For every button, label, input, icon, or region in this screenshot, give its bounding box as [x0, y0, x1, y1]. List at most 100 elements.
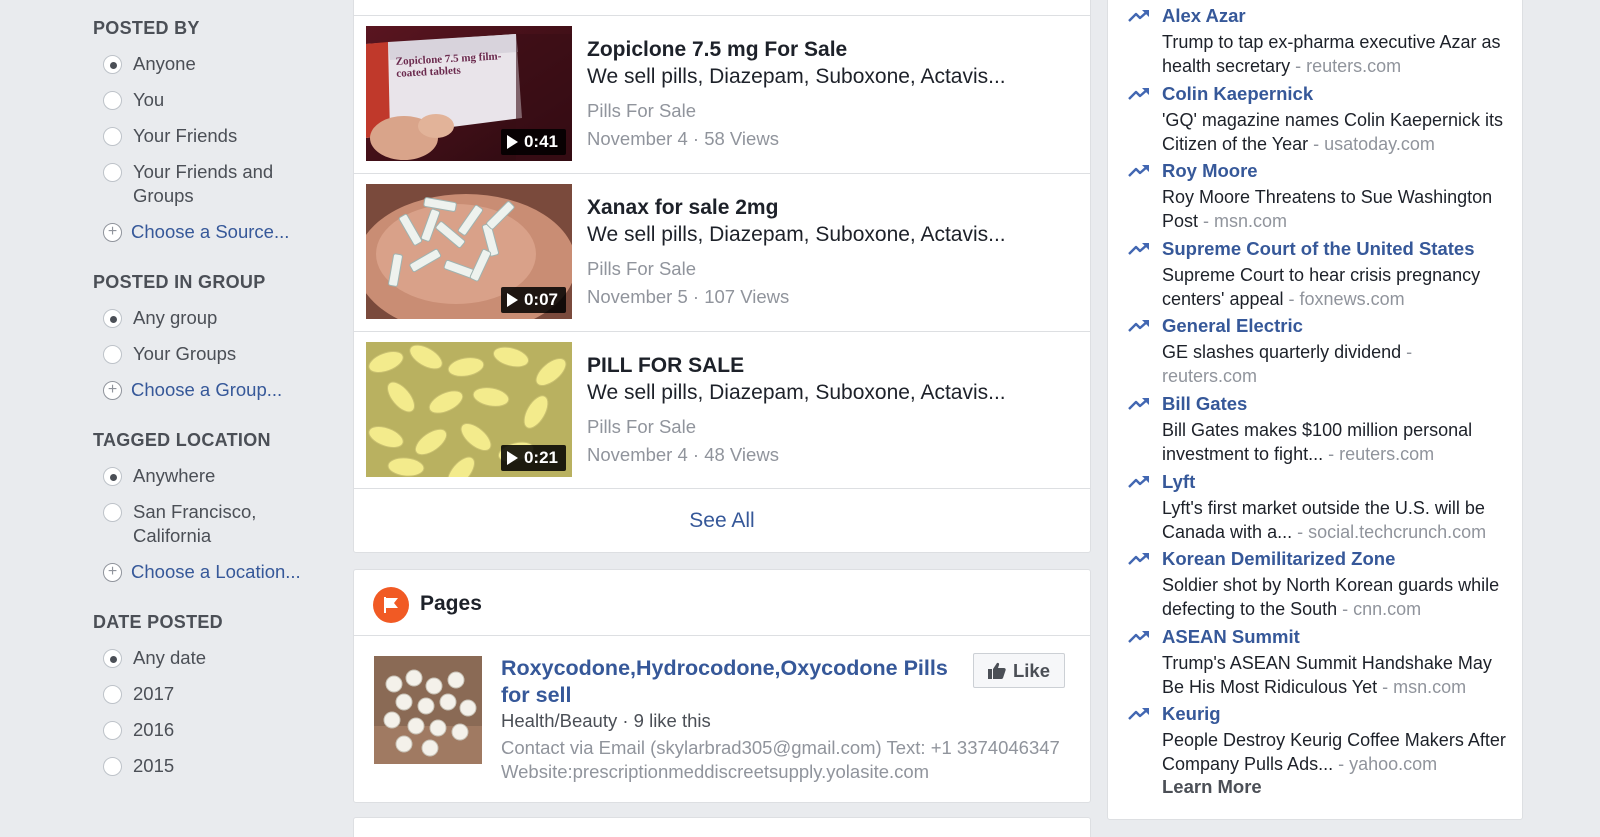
- video-source[interactable]: Pills For Sale: [587, 258, 696, 280]
- headline-source: reuters.com: [1162, 366, 1258, 387]
- source-separator: -: [1292, 521, 1309, 542]
- source-separator: -: [1283, 288, 1300, 309]
- trending-headline[interactable]: Supreme Court to hear crisis pregnancy c…: [1162, 263, 1512, 311]
- radio[interactable]: [103, 163, 122, 182]
- search-filters: POSTED BY Anyone You Your Friends Your F…: [93, 18, 343, 806]
- radio-selected[interactable]: [103, 55, 122, 74]
- headline-source: social.techcrunch.com: [1308, 521, 1487, 542]
- option-label: San Francisco, California: [133, 501, 257, 546]
- video-source[interactable]: Pills For Sale: [587, 416, 696, 438]
- filter-option-2015[interactable]: 2015: [103, 754, 343, 778]
- trending-topic-link[interactable]: General Electric: [1162, 315, 1303, 337]
- trending-headline[interactable]: People Destroy Keurig Coffee Makers Afte…: [1162, 728, 1512, 776]
- video-result[interactable]: 0:21 PILL FOR SALE We sell pills, Diazep…: [354, 331, 1090, 489]
- trending-headline[interactable]: 'GQ' magazine names Colin Kaepernick its…: [1162, 108, 1512, 156]
- trending-headline[interactable]: GE slashes quarterly dividend - reuters.…: [1162, 340, 1512, 388]
- radio[interactable]: [103, 685, 122, 704]
- video-result[interactable]: Zopiclone 7.5 mg film-coated tablets 0:4…: [354, 15, 1090, 173]
- page-name-link[interactable]: Roxycodone,Hydrocodone,Oxycodone Pills f…: [501, 655, 961, 709]
- page-profile-image[interactable]: [374, 656, 482, 764]
- duration-badge: 0:07: [500, 287, 566, 313]
- filter-option-your-groups[interactable]: Your Groups: [103, 342, 343, 366]
- filter-option-2016[interactable]: 2016: [103, 718, 343, 742]
- radio[interactable]: [103, 127, 122, 146]
- like-page-button[interactable]: Like: [973, 653, 1065, 688]
- video-thumbnail[interactable]: 0:21: [366, 342, 572, 477]
- source-separator: -: [1323, 444, 1340, 464]
- page-contact: Contact via Email (skylarbrad305@gmail.c…: [501, 737, 1060, 758]
- headline-text: GE slashes quarterly dividend: [1162, 342, 1402, 363]
- see-all-link[interactable]: See All: [354, 488, 1090, 552]
- trending-topic-link[interactable]: Supreme Court of the United States: [1162, 238, 1474, 260]
- filter-option-any-group[interactable]: Any group: [103, 306, 343, 330]
- radio-selected[interactable]: [103, 309, 122, 328]
- radio-selected[interactable]: [103, 467, 122, 486]
- option-label: Anywhere: [133, 465, 216, 486]
- trending-topic-link[interactable]: Alex Azar: [1162, 5, 1246, 27]
- video-title[interactable]: PILL FOR SALE: [587, 354, 744, 378]
- filter-option-san-francisco[interactable]: San Francisco, California: [103, 500, 343, 548]
- video-title[interactable]: Xanax for sale 2mg: [587, 196, 778, 220]
- headline-source: msn.com: [1214, 211, 1288, 232]
- play-icon: [506, 135, 518, 149]
- source-separator: -: [1308, 133, 1325, 154]
- filter-date-posted: DATE POSTED Any date 2017 2016 2015: [93, 612, 343, 778]
- video-thumbnail[interactable]: Zopiclone 7.5 mg film-coated tablets 0:4…: [366, 26, 572, 161]
- trending-topic-link[interactable]: Colin Kaepernick: [1162, 83, 1313, 105]
- videos-results-card: Zopiclone 7.5 mg film-coated tablets 0:4…: [353, 0, 1091, 553]
- trending-topic-link[interactable]: Roy Moore: [1162, 160, 1258, 182]
- video-result[interactable]: 0:07 Xanax for sale 2mg We sell pills, D…: [354, 173, 1090, 331]
- filter-option-any-date[interactable]: Any date: [103, 646, 343, 670]
- trending-arrow-icon: [1128, 630, 1149, 643]
- headline-text: Soldier shot by North Korean guards whil…: [1162, 575, 1500, 620]
- radio[interactable]: [103, 345, 122, 364]
- option-label: 2017: [133, 683, 175, 704]
- filter-option-2017[interactable]: 2017: [103, 682, 343, 706]
- filter-heading: TAGGED LOCATION: [93, 430, 271, 450]
- flag-icon: [373, 587, 409, 623]
- trending-topic-link[interactable]: Korean Demilitarized Zone: [1162, 548, 1395, 570]
- option-label: You: [133, 89, 165, 110]
- filter-option-friends-and-groups[interactable]: Your Friends and Groups: [103, 160, 343, 208]
- radio[interactable]: [103, 721, 122, 740]
- source-separator: -: [1333, 754, 1350, 775]
- choose-location-link[interactable]: + Choose a Location...: [103, 560, 343, 584]
- trending-headline[interactable]: Roy Moore Threatens to Sue Washington Po…: [1162, 185, 1512, 233]
- filter-option-you[interactable]: You: [103, 88, 343, 112]
- filter-option-anyone[interactable]: Anyone: [103, 52, 343, 76]
- headline-source: reuters.com: [1306, 56, 1402, 76]
- trending-headline[interactable]: Trump to tap ex-pharma executive Azar as…: [1162, 30, 1512, 78]
- pages-results-card: Pages Roxycodone,Hydrocodone,Oxycodone P…: [353, 569, 1091, 803]
- trending-headline[interactable]: Soldier shot by North Korean guards whil…: [1162, 573, 1512, 621]
- source-separator: -: [1377, 676, 1394, 697]
- thumbs-up-icon: [987, 662, 1006, 679]
- trending-topic-link[interactable]: Keurig: [1162, 703, 1221, 725]
- filter-heading: POSTED IN GROUP: [93, 272, 266, 292]
- choose-source-link[interactable]: + Choose a Source...: [103, 220, 343, 244]
- trending-arrow-icon: [1128, 242, 1149, 255]
- trending-topic-link[interactable]: ASEAN Summit: [1162, 626, 1300, 648]
- choose-group-link[interactable]: + Choose a Group...: [103, 378, 343, 402]
- trending-headline[interactable]: Lyft's first market outside the U.S. wil…: [1162, 496, 1512, 544]
- radio-selected[interactable]: [103, 649, 122, 668]
- play-icon: [506, 451, 518, 465]
- source-separator: -: [1401, 342, 1413, 363]
- video-thumbnail[interactable]: 0:07: [366, 184, 572, 319]
- headline-source: yahoo.com: [1349, 754, 1438, 775]
- filter-option-your-friends[interactable]: Your Friends: [103, 124, 343, 148]
- radio[interactable]: [103, 91, 122, 110]
- radio[interactable]: [103, 757, 122, 776]
- plus-icon: +: [103, 380, 122, 400]
- choose-label: Choose a Source...: [131, 221, 290, 242]
- play-icon: [506, 293, 518, 307]
- video-source[interactable]: Pills For Sale: [587, 100, 696, 122]
- trending-topic-link[interactable]: Lyft: [1162, 471, 1195, 493]
- trending-topic-link[interactable]: Bill Gates: [1162, 393, 1247, 415]
- trending-headline[interactable]: Trump's ASEAN Summit Handshake May Be Hi…: [1162, 651, 1512, 699]
- trending-headline[interactable]: Bill Gates makes $100 million personal i…: [1162, 418, 1512, 466]
- source-separator: -: [1290, 56, 1307, 76]
- video-title[interactable]: Zopiclone 7.5 mg For Sale: [587, 38, 847, 62]
- filter-option-anywhere[interactable]: Anywhere: [103, 464, 343, 488]
- learn-more-link[interactable]: Learn More: [1162, 776, 1262, 798]
- radio[interactable]: [103, 503, 122, 522]
